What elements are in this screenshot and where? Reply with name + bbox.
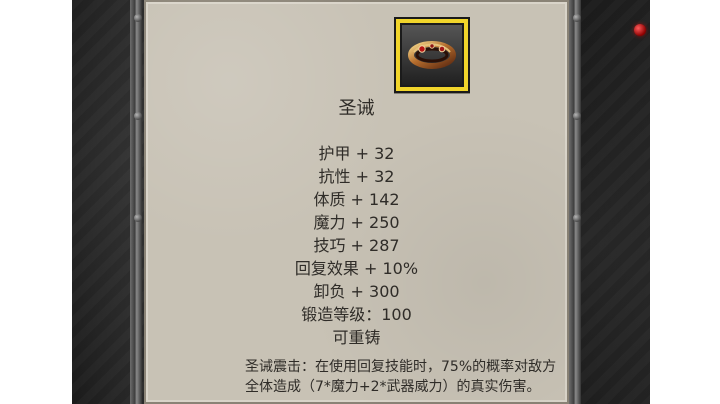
item-icon-inner [400,23,464,87]
frame-bolt [134,14,142,22]
left-frame [130,0,142,404]
stat-forge-level: 锻造等级：100 [301,305,412,324]
frame-bolt [134,214,142,222]
frame-bolt [573,112,581,120]
stat-recovery-effect: 回复效果 + 10% [294,259,419,278]
game-background: 圣诫 护甲 + 32 抗性 + 32 体质 + 142 魔力 + 250 技巧 … [72,0,650,404]
item-tooltip-panel: 圣诫 护甲 + 32 抗性 + 32 体质 + 142 魔力 + 250 技巧 … [144,0,569,404]
description-line: 圣诫震击：在使用回复技能时，75%的概率对敌方 [245,359,557,375]
stat-magic: 魔力 + 250 [313,213,400,232]
right-frame [569,0,581,404]
ring-icon [408,41,456,69]
stat-reforgeable: 可重铸 [332,328,381,347]
stat-resistance: 抗性 + 32 [318,167,395,186]
stat-constitution: 体质 + 142 [313,190,400,209]
item-stats-list: 护甲 + 32 抗性 + 32 体质 + 142 魔力 + 250 技巧 + 2… [144,142,569,349]
stat-armor: 护甲 + 32 [318,144,395,163]
item-description: 圣诫震击：在使用回复技能时，75%的概率对敌方 全体造成（7*魔力+2*武器威力… [245,357,605,397]
stat-burden: 卸负 + 300 [313,282,400,301]
description-line: 全体造成（7*魔力+2*武器威力）的真实伤害。 [245,379,541,395]
frame-bolt [573,14,581,22]
frame-bolt [134,112,142,120]
red-gem-icon [634,24,646,36]
item-name: 圣诫 [338,98,375,119]
item-icon-frame [394,17,470,93]
frame-bolt [573,214,581,222]
stat-skill: 技巧 + 287 [313,236,400,255]
